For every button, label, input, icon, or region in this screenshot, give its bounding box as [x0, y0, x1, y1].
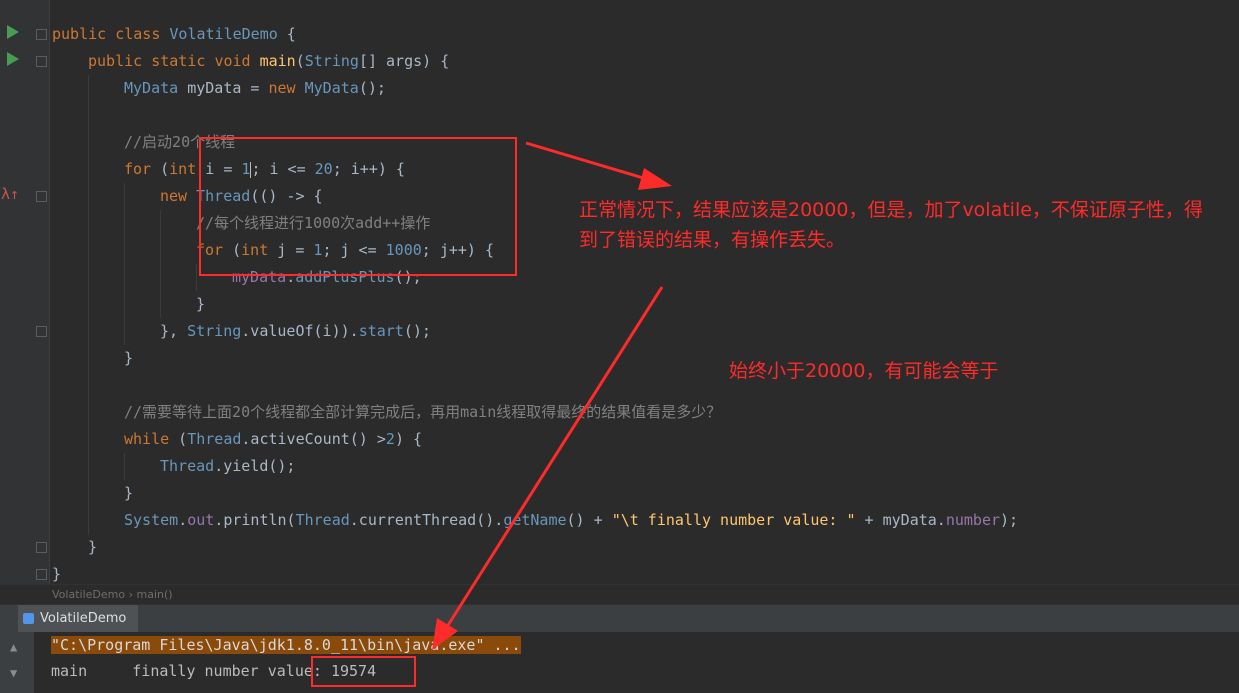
annotation-note-2: 始终小于20000，有可能会等于 [729, 360, 999, 382]
arrow-head [638, 168, 672, 190]
annotation-arrows [432, 141, 672, 650]
annotation-note-1: 正常情况下，结果应该是20000，但是，加了volatile，不保证原子性，得到… [579, 199, 1203, 251]
arrow-line [443, 286, 664, 631]
arrow-head [432, 618, 458, 650]
arrow-line [525, 141, 651, 182]
